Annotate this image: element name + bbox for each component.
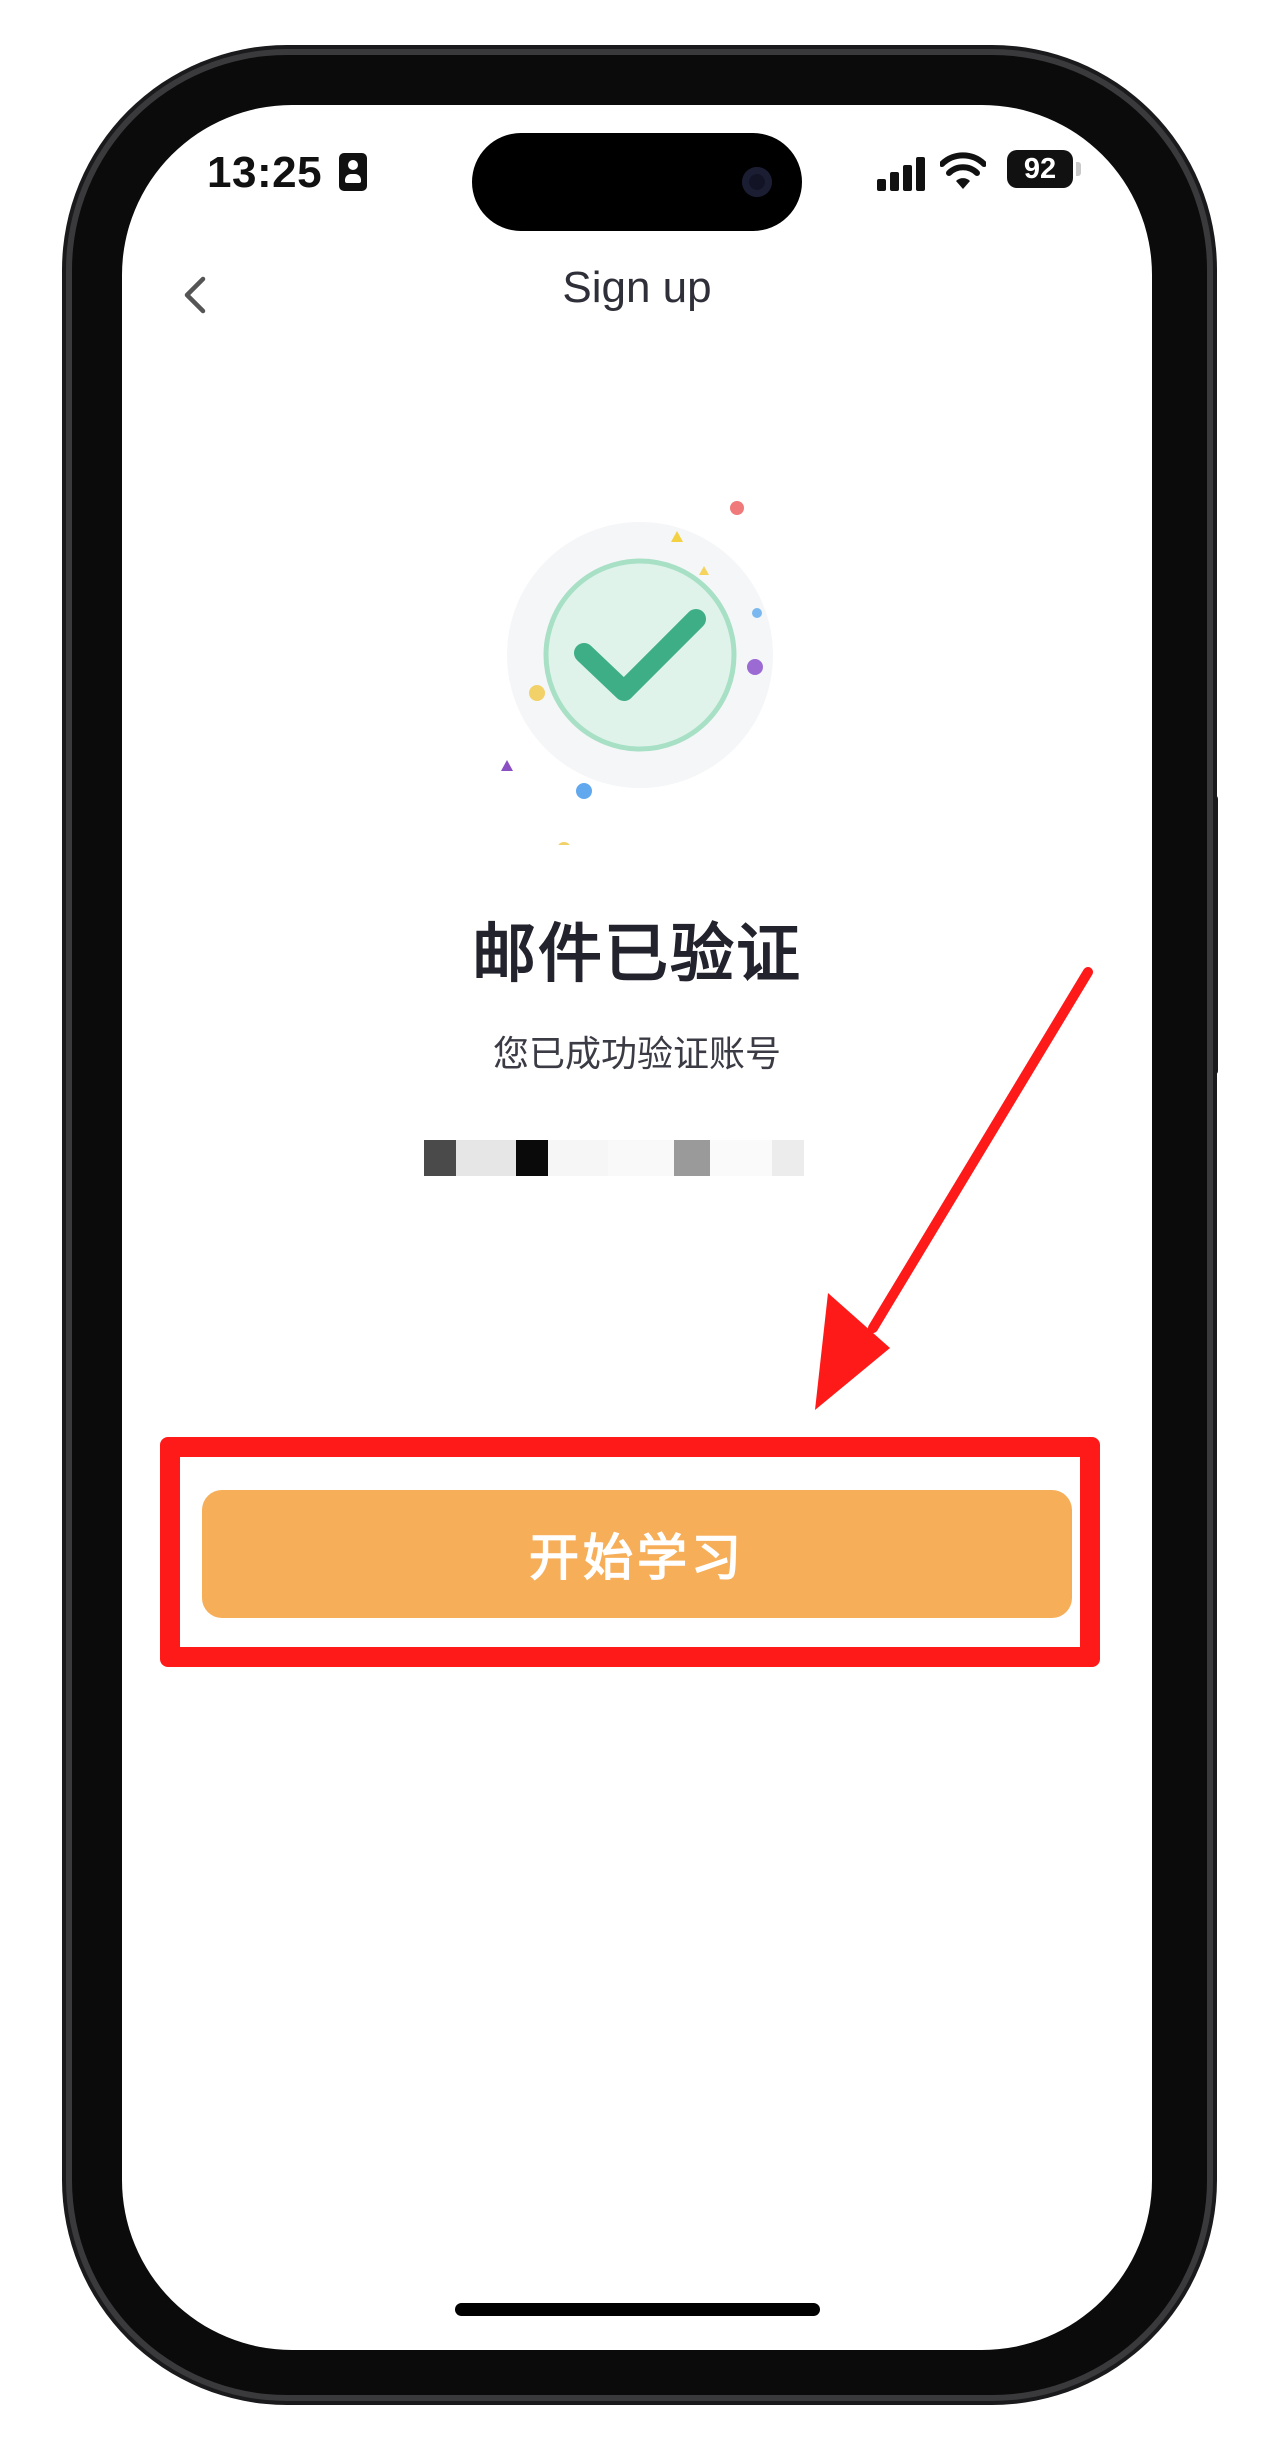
- confetti-dot: [576, 783, 592, 799]
- success-illustration: [501, 501, 773, 845]
- power-button: [1208, 795, 1218, 1075]
- confetti-dot: [752, 608, 762, 618]
- dynamic-island: [472, 133, 802, 231]
- phone-screen: 13:25 92 Sign up 邮件已验证 您已成功验证账号 开始学习: [122, 105, 1152, 2350]
- verified-headline: 邮件已验证: [472, 918, 802, 992]
- confetti-dot: [558, 842, 570, 845]
- cellular-signal-icon: [877, 157, 927, 191]
- wifi-icon: [940, 152, 986, 189]
- status-time: 13:25: [207, 148, 323, 197]
- page-title: Sign up: [562, 263, 712, 312]
- front-camera: [742, 167, 772, 197]
- home-indicator: [455, 2303, 820, 2316]
- confetti-triangle: [501, 760, 513, 771]
- check-circle: [543, 558, 737, 752]
- confetti-dot: [747, 659, 763, 675]
- battery-icon: 92: [1007, 150, 1073, 188]
- confetti-dot: [730, 501, 744, 515]
- verified-subtext: 您已成功验证账号: [492, 1034, 781, 1075]
- redacted-email: [402, 1140, 872, 1176]
- volume-up-button: [62, 675, 72, 850]
- silent-switch: [62, 505, 72, 595]
- battery-tip: [1076, 162, 1081, 176]
- volume-down-button: [62, 898, 72, 1073]
- phone-frame: 13:25 92 Sign up 邮件已验证 您已成功验证账号 开始学习: [72, 55, 1207, 2395]
- contact-card-icon: [339, 153, 367, 191]
- highlight-box: [160, 1437, 1100, 1667]
- phone-mockup-stage: 13:25 92 Sign up 邮件已验证 您已成功验证账号 开始学习: [0, 0, 1280, 2455]
- confetti-dot: [529, 685, 545, 701]
